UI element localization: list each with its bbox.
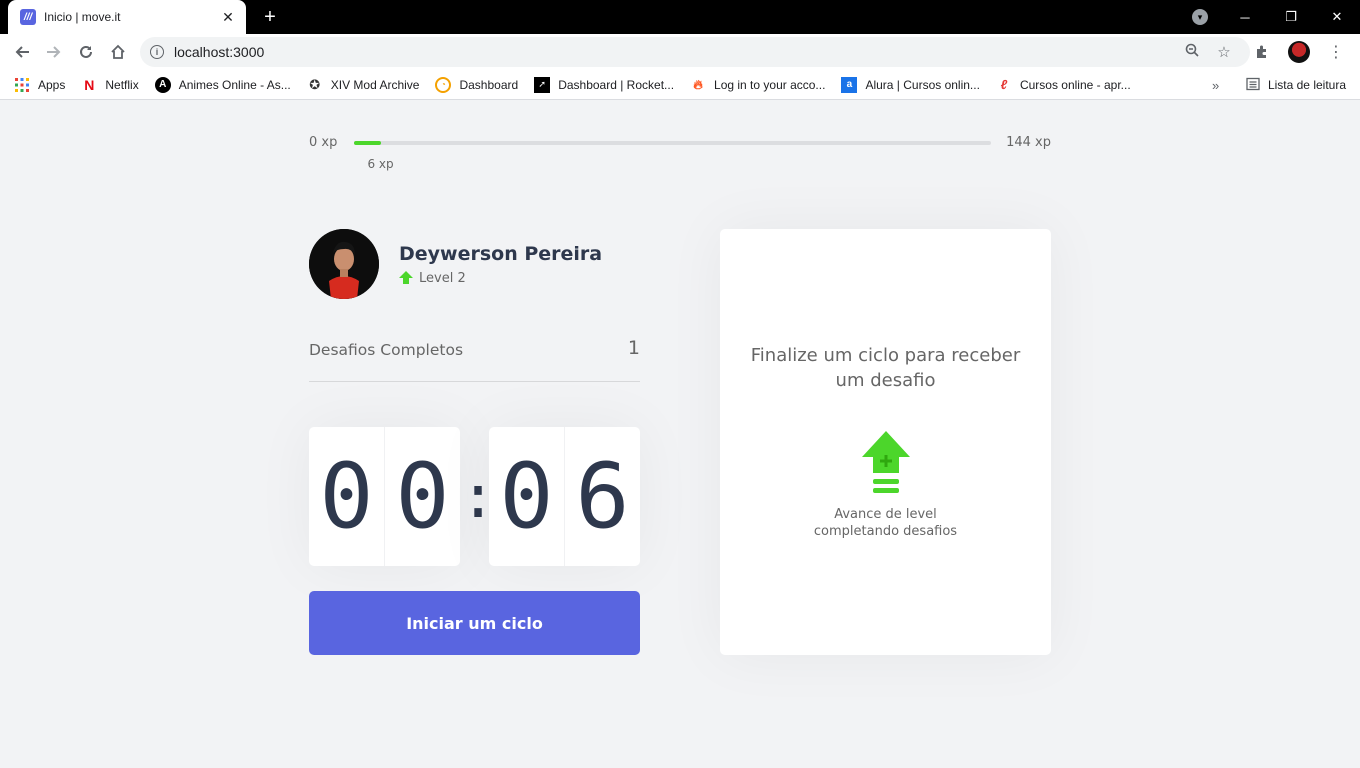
completed-challenges-label: Desafios Completos: [309, 341, 464, 359]
bookmark-label: Animes Online - As...: [178, 77, 291, 92]
alura-icon: a: [841, 76, 858, 93]
reading-list-button[interactable]: Lista de leitura: [1246, 70, 1346, 100]
left-column: Deywerson Pereira Level 2 Desafios Compl…: [309, 229, 640, 655]
minutes-ones-digit: 0: [384, 427, 460, 566]
level-up-arrow-icon: [399, 271, 413, 284]
seconds-tens-digit: 0: [499, 444, 554, 549]
seconds-ones-digit: 6: [564, 427, 640, 566]
bookmark-label: Cursos online - apr...: [1019, 77, 1131, 92]
back-button[interactable]: [6, 36, 38, 68]
minimize-button[interactable]: ─: [1222, 0, 1268, 34]
bookmark-netflix[interactable]: N Netflix: [81, 77, 138, 93]
bookmark-label: Alura | Cursos onlin...: [865, 77, 980, 92]
bookmarks-bar: Apps N Netflix A Animes Online - As... ✪…: [0, 70, 1360, 100]
flame-icon: 🔥︎: [693, 76, 703, 92]
zoom-icon[interactable]: [1176, 43, 1208, 61]
bookmark-apps[interactable]: Apps: [14, 77, 65, 93]
bookmark-cursos[interactable]: ℓ Cursos online - apr...: [996, 77, 1131, 93]
site-info-icon[interactable]: i: [150, 45, 164, 59]
bookmark-label: Apps: [38, 77, 66, 92]
url-text[interactable]: localhost:3000: [174, 44, 1176, 60]
tab-close-icon[interactable]: ✕: [220, 9, 236, 26]
challenge-hint: Avance de level completando desafios: [813, 507, 958, 540]
forward-arrow-icon: [47, 46, 61, 58]
cursos-icon: ℓ: [1000, 77, 1008, 92]
avatar: [309, 229, 379, 299]
xp-max-label: 144 xp: [1006, 135, 1051, 150]
xp-track: 6 xp: [354, 141, 991, 171]
challenge-box: Finalize um ciclo para receber um desafi…: [720, 229, 1051, 655]
dashboard-icon: ◔: [435, 76, 452, 93]
close-window-button[interactable]: ✕: [1314, 0, 1360, 34]
bookmark-label: Netflix: [105, 77, 139, 92]
browser-toolbar: i localhost:3000 ☆ ⋮: [0, 34, 1360, 70]
reading-list-icon: [1246, 77, 1260, 94]
bookmark-dashboard[interactable]: ◔ Dashboard: [435, 76, 519, 93]
completed-challenges: Desafios Completos 1: [309, 337, 640, 382]
start-cycle-button[interactable]: Iniciar um ciclo: [309, 591, 640, 655]
netflix-icon: N: [84, 76, 95, 93]
bookmark-alura[interactable]: a Alura | Cursos onlin...: [841, 76, 980, 93]
profile-avatar[interactable]: [1288, 41, 1310, 63]
tab-title: Inicio | move.it: [44, 10, 121, 24]
challenge-title: Finalize um ciclo para receber um desafi…: [750, 344, 1021, 392]
chrome-menu-icon[interactable]: ⋮: [1320, 36, 1352, 68]
restore-button[interactable]: ❐: [1268, 0, 1314, 34]
extensions-area: ⋮: [1246, 36, 1352, 68]
bookmark-rocket[interactable]: ➚ Dashboard | Rocket...: [534, 76, 675, 93]
minutes-tens-digit: 0: [319, 444, 374, 549]
bookmark-label: Dashboard: [459, 77, 519, 92]
apps-grid-icon: [14, 77, 30, 93]
back-arrow-icon: [15, 46, 29, 58]
avatar-photo: [309, 229, 379, 299]
bookmark-login[interactable]: 🔥︎ Log in to your acco...: [690, 77, 825, 93]
address-bar[interactable]: i localhost:3000 ☆: [140, 37, 1250, 67]
xp-fill: [354, 141, 381, 145]
reload-icon: [80, 45, 92, 58]
xiv-icon: ✪: [309, 76, 321, 92]
experience-bar: 0 xp 6 xp 144 xp: [309, 134, 1051, 171]
home-icon: [111, 44, 125, 59]
bookmarks-overflow-button[interactable]: »: [1212, 70, 1219, 100]
moveit-page: 0 xp 6 xp 144 xp Deywerson Pereira Level…: [0, 101, 1360, 768]
bookmark-xiv[interactable]: ✪ XIV Mod Archive: [307, 76, 420, 93]
home-button[interactable]: [102, 36, 134, 68]
bookmark-star-icon[interactable]: ☆: [1208, 43, 1240, 61]
bookmark-label: XIV Mod Archive: [330, 77, 420, 92]
countdown-separator: :: [460, 461, 497, 532]
tab-search-icon[interactable]: ▾: [1192, 9, 1208, 25]
xp-current-label: 6 xp: [367, 157, 394, 171]
profile-info: Deywerson Pereira Level 2: [399, 243, 602, 286]
reload-button[interactable]: [70, 36, 102, 68]
level-label: Level 2: [419, 270, 466, 286]
bookmark-animes[interactable]: A Animes Online - As...: [154, 76, 291, 93]
extensions-puzzle-icon[interactable]: [1246, 36, 1278, 68]
countdown-minutes: 0 0: [309, 427, 460, 566]
countdown-timer: 0 0 : 0 6: [309, 427, 640, 566]
forward-button[interactable]: [38, 36, 70, 68]
countdown-seconds: 0 6: [489, 427, 640, 566]
bookmark-label: Dashboard | Rocket...: [558, 77, 675, 92]
profile-level: Level 2: [399, 271, 602, 286]
completed-challenges-count: 1: [627, 337, 640, 359]
moveit-favicon-icon: ///: [20, 9, 36, 25]
profile-name: Deywerson Pereira: [399, 242, 603, 265]
new-tab-button[interactable]: +: [258, 5, 282, 29]
rocket-icon: ➚: [534, 76, 551, 93]
anime-icon: A: [154, 76, 171, 93]
window-controls: ─ ❐ ✕: [1222, 0, 1360, 34]
profile: Deywerson Pereira Level 2: [309, 229, 640, 299]
reading-list-label: Lista de leitura: [1267, 78, 1346, 92]
browser-titlebar: /// Inicio | move.it ✕ + ▾ ─ ❐ ✕: [0, 0, 1360, 34]
browser-tab[interactable]: /// Inicio | move.it ✕: [8, 0, 246, 34]
bookmark-label: Log in to your acco...: [714, 77, 826, 92]
level-up-icon: [861, 431, 910, 494]
xp-min-label: 0 xp: [309, 135, 338, 150]
